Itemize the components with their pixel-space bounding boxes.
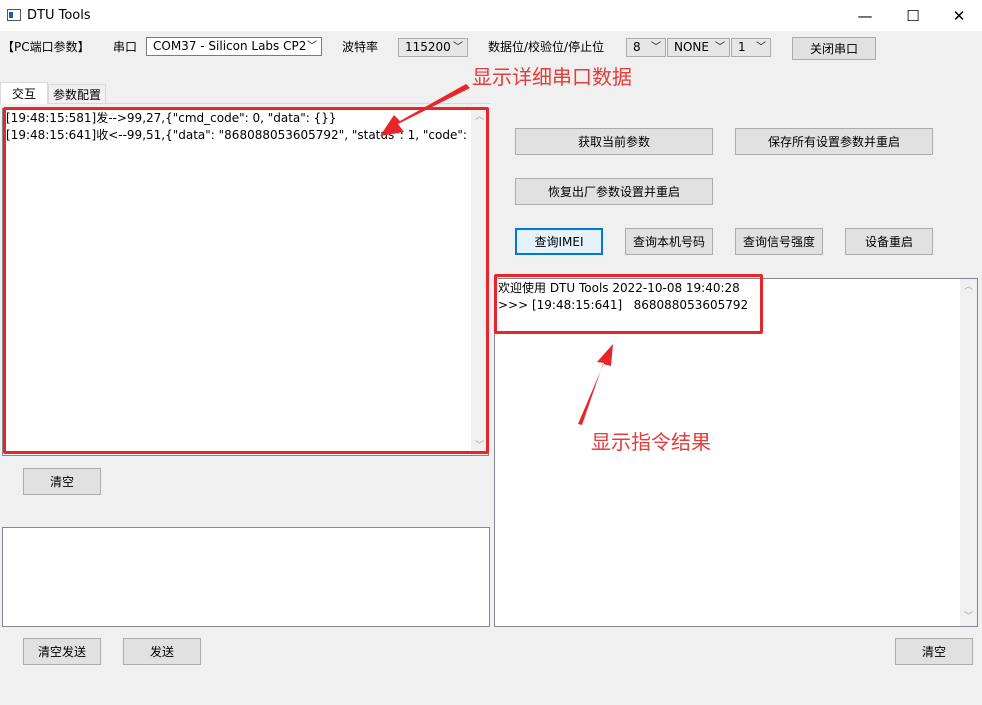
arrow-icon [578, 344, 613, 425]
annotation-arrows [380, 84, 613, 425]
tab-interaction[interactable]: 交互 [0, 82, 48, 104]
arrow-icon [380, 84, 470, 136]
